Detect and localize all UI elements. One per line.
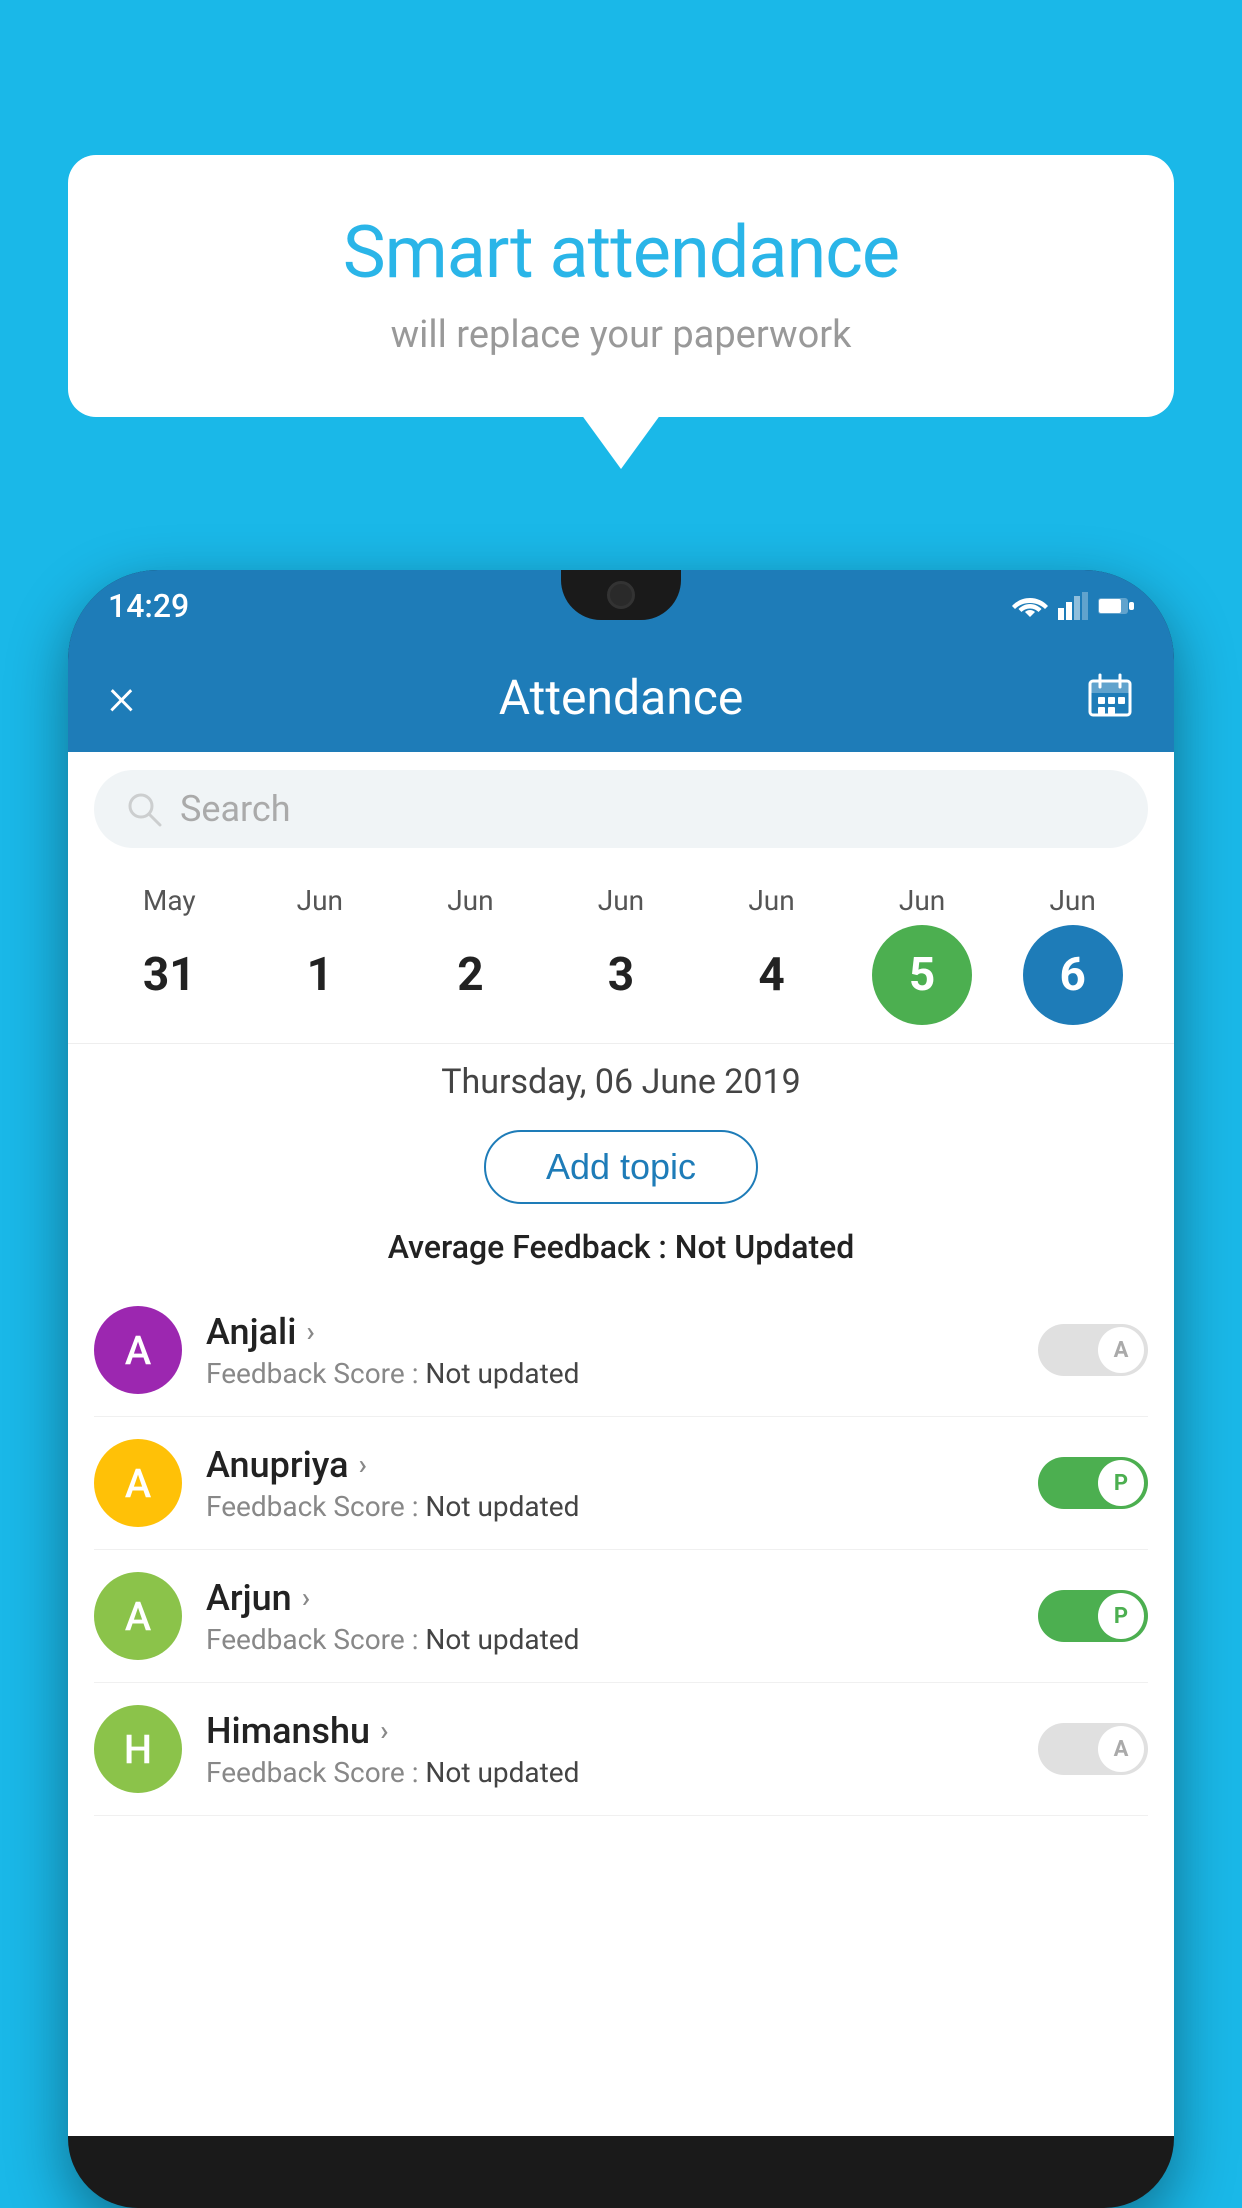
avg-feedback-value: Not Updated	[675, 1228, 855, 1266]
month-4: Jun	[712, 884, 832, 917]
date-today: 5	[872, 925, 972, 1025]
feedback-value: Not updated	[425, 1756, 579, 1789]
wifi-icon	[1012, 592, 1048, 620]
month-1: Jun	[260, 884, 380, 917]
date-3: 3	[561, 948, 681, 1002]
feedback-value: Not updated	[425, 1490, 579, 1523]
student-item-anupriya[interactable]: A Anupriya › Feedback Score : Not update…	[94, 1417, 1148, 1550]
avatar-arjun: A	[94, 1572, 182, 1660]
month-0: May	[109, 884, 229, 917]
feedback-value: Not updated	[425, 1357, 579, 1390]
calendar-months-row: May Jun Jun Jun Jun Jun Jun	[94, 884, 1148, 917]
month-2: Jun	[410, 884, 530, 917]
toggle-anupriya[interactable]: P	[1038, 1457, 1148, 1509]
speech-bubble-container: Smart attendance will replace your paper…	[68, 155, 1174, 417]
student-item-arjun[interactable]: A Arjun › Feedback Score : Not updated P	[94, 1550, 1148, 1683]
toggle-switch-anupriya[interactable]: P	[1038, 1457, 1148, 1509]
phone-inner: × Attendance	[68, 642, 1174, 2208]
date-2: 2	[410, 948, 530, 1002]
close-button[interactable]: ×	[108, 671, 135, 723]
toggle-himanshu[interactable]: A	[1038, 1723, 1148, 1775]
date-4: 4	[712, 948, 832, 1002]
month-5: Jun	[862, 884, 982, 917]
student-feedback-anupriya: Feedback Score : Not updated	[206, 1490, 1014, 1523]
month-3: Jun	[561, 884, 681, 917]
search-container: Search	[68, 752, 1174, 866]
date-wrapper-6[interactable]: 6	[1013, 925, 1133, 1025]
front-camera	[607, 581, 635, 609]
feedback-value: Not updated	[425, 1623, 579, 1656]
chevron-icon: ›	[306, 1315, 314, 1348]
date-wrapper-0[interactable]: 31	[109, 948, 229, 1002]
chevron-icon: ›	[359, 1448, 367, 1481]
search-placeholder: Search	[180, 788, 291, 830]
avatar-himanshu: H	[94, 1705, 182, 1793]
date-0: 31	[109, 948, 229, 1002]
date-selected: 6	[1023, 925, 1123, 1025]
status-time: 14:29	[108, 587, 189, 625]
toggle-knob-anupriya: P	[1098, 1460, 1144, 1506]
chevron-icon: ›	[380, 1714, 388, 1747]
student-name-arjun: Arjun ›	[206, 1577, 1014, 1619]
student-item-himanshu[interactable]: H Himanshu › Feedback Score : Not update…	[94, 1683, 1148, 1816]
student-list: A Anjali › Feedback Score : Not updated …	[68, 1284, 1174, 1816]
avatar-anupriya: A	[94, 1439, 182, 1527]
date-wrapper-1[interactable]: 1	[260, 948, 380, 1002]
toggle-knob-arjun: P	[1098, 1593, 1144, 1639]
phone-frame: 14:29 ×	[68, 570, 1174, 2208]
avg-feedback: Average Feedback : Not Updated	[68, 1218, 1174, 1284]
student-item-anjali[interactable]: A Anjali › Feedback Score : Not updated …	[94, 1284, 1148, 1417]
toggle-knob-anjali: A	[1098, 1327, 1144, 1373]
add-topic-container: Add topic	[68, 1116, 1174, 1218]
bubble-title: Smart attendance	[128, 210, 1114, 295]
student-name-anupriya: Anupriya ›	[206, 1444, 1014, 1486]
speech-bubble: Smart attendance will replace your paper…	[68, 155, 1174, 417]
search-icon	[124, 789, 164, 829]
date-1: 1	[260, 948, 380, 1002]
chevron-icon: ›	[302, 1581, 310, 1614]
phone-notch	[561, 570, 681, 620]
date-wrapper-4[interactable]: 4	[712, 948, 832, 1002]
status-icons	[1012, 592, 1134, 620]
toggle-switch-anjali[interactable]: A	[1038, 1324, 1148, 1376]
avg-feedback-label: Average Feedback :	[388, 1228, 675, 1266]
student-info-arjun: Arjun › Feedback Score : Not updated	[206, 1577, 1014, 1656]
toggle-anjali[interactable]: A	[1038, 1324, 1148, 1376]
selected-date-label: Thursday, 06 June 2019	[68, 1043, 1174, 1116]
signal-icon	[1058, 592, 1088, 620]
toggle-switch-himanshu[interactable]: A	[1038, 1723, 1148, 1775]
month-6: Jun	[1013, 884, 1133, 917]
calendar-strip: May Jun Jun Jun Jun Jun Jun 31 1 2 3 4 5…	[68, 866, 1174, 1025]
phone-content: Search May Jun Jun Jun Jun Jun Jun 31 1 …	[68, 752, 1174, 2136]
bubble-subtitle: will replace your paperwork	[128, 313, 1114, 357]
student-feedback-anjali: Feedback Score : Not updated	[206, 1357, 1014, 1390]
student-feedback-arjun: Feedback Score : Not updated	[206, 1623, 1014, 1656]
toggle-switch-arjun[interactable]: P	[1038, 1590, 1148, 1642]
date-wrapper-3[interactable]: 3	[561, 948, 681, 1002]
date-wrapper-5[interactable]: 5	[862, 925, 982, 1025]
student-info-anupriya: Anupriya › Feedback Score : Not updated	[206, 1444, 1014, 1523]
student-info-anjali: Anjali › Feedback Score : Not updated	[206, 1311, 1014, 1390]
student-info-himanshu: Himanshu › Feedback Score : Not updated	[206, 1710, 1014, 1789]
app-bar-title: Attendance	[499, 669, 744, 726]
calendar-dates-row: 31 1 2 3 4 5 6	[94, 925, 1148, 1025]
student-name-anjali: Anjali ›	[206, 1311, 1014, 1353]
toggle-arjun[interactable]: P	[1038, 1590, 1148, 1642]
avatar-anjali: A	[94, 1306, 182, 1394]
toggle-knob-himanshu: A	[1098, 1726, 1144, 1772]
calendar-icon[interactable]	[1086, 671, 1134, 723]
date-wrapper-2[interactable]: 2	[410, 948, 530, 1002]
add-topic-button[interactable]: Add topic	[484, 1130, 758, 1204]
battery-icon	[1098, 596, 1134, 616]
search-bar[interactable]: Search	[94, 770, 1148, 848]
student-name-himanshu: Himanshu ›	[206, 1710, 1014, 1752]
student-feedback-himanshu: Feedback Score : Not updated	[206, 1756, 1014, 1789]
app-bar: × Attendance	[68, 642, 1174, 752]
